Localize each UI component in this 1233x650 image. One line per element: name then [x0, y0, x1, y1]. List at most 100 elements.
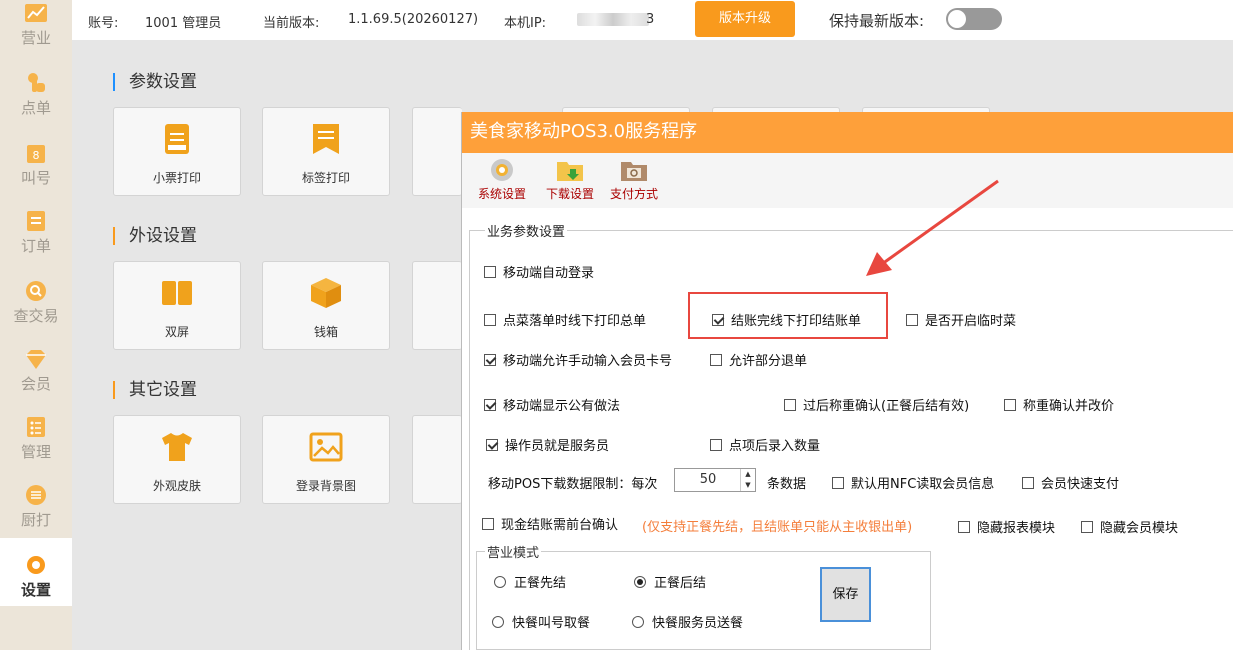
sidebar-item-label: 管理: [20, 443, 51, 461]
receipt-printer-icon: [165, 124, 189, 154]
tool-label: 系统设置: [478, 187, 527, 201]
checkbox[interactable]: [958, 521, 970, 533]
option-print-total[interactable]: 点菜落单时线下打印总单: [484, 310, 646, 329]
option-label: 会员快速支付: [1041, 477, 1120, 492]
tool-system-settings[interactable]: 系统设置: [478, 157, 526, 202]
card-label-print[interactable]: 标签打印: [262, 107, 390, 196]
option-label: 移动端显示公有做法: [503, 399, 621, 414]
search-circle-icon: [26, 281, 46, 301]
option-label: 隐藏报表模块: [977, 521, 1056, 536]
option-operator-waiter[interactable]: 操作员就是服务员: [486, 435, 609, 454]
card-receipt-print[interactable]: 小票打印: [113, 107, 241, 196]
radio-label: 正餐先结: [514, 576, 567, 591]
stepper-down-icon[interactable]: ▼: [741, 480, 755, 491]
option-hide-member[interactable]: 隐藏会员模块: [1081, 517, 1178, 536]
kitchen-print-icon: [26, 485, 46, 505]
tshirt-icon: [162, 433, 192, 461]
sidebar-item-business[interactable]: 营业: [0, 2, 72, 70]
account-value: 1001 管理员: [145, 16, 222, 31]
card-dual-screen[interactable]: 双屏: [113, 261, 241, 350]
system-settings-icon: [491, 159, 513, 181]
tool-download-settings[interactable]: 下载设置: [546, 157, 594, 202]
option-weigh-confirm[interactable]: 过后称重确认(正餐后结有效): [784, 395, 969, 414]
mode-option-fast-call[interactable]: 快餐叫号取餐: [492, 612, 590, 631]
checkbox[interactable]: [482, 518, 494, 530]
sidebar-item-member[interactable]: 会员: [0, 348, 72, 416]
checkbox[interactable]: [906, 314, 918, 326]
cash-confirm-note: (仅支持正餐先结，且结账单只能从主收银出单): [642, 520, 913, 535]
section-title-params: 参数设置: [113, 73, 197, 91]
option-partial-refund[interactable]: 允许部分退单: [710, 350, 807, 369]
checkbox[interactable]: [1081, 521, 1093, 533]
card-label: 双屏: [164, 325, 189, 339]
card-skin[interactable]: 外观皮肤: [113, 415, 241, 504]
checkbox[interactable]: [784, 399, 796, 411]
mode-option-prepay[interactable]: 正餐先结: [494, 572, 566, 591]
option-public-method[interactable]: 移动端显示公有做法: [484, 395, 620, 414]
tool-payment-methods[interactable]: 支付方式: [610, 157, 658, 202]
option-hide-report[interactable]: 隐藏报表模块: [958, 517, 1055, 536]
option-cash-confirm[interactable]: 现金结账需前台确认: [482, 514, 618, 533]
option-auto-login[interactable]: 移动端自动登录: [484, 262, 594, 281]
sidebar-item-settings[interactable]: 设置: [0, 538, 72, 606]
dialog-title: 美食家移动POS3.0服务程序: [462, 112, 1233, 153]
sidebar-item-orders[interactable]: 订单: [0, 210, 72, 278]
card-login-background[interactable]: 登录背景图: [262, 415, 390, 504]
download-limit-stepper[interactable]: 50 ▲ ▼: [674, 468, 756, 492]
checkbox-checked[interactable]: [484, 354, 496, 366]
card-cash-drawer[interactable]: 钱箱: [262, 261, 390, 350]
option-temp-dish[interactable]: 是否开启临时菜: [906, 310, 1016, 329]
hand-tap-icon: [28, 73, 45, 92]
radio[interactable]: [494, 576, 506, 588]
option-label: 现金结账需前台确认: [501, 518, 619, 533]
checkbox[interactable]: [484, 314, 496, 326]
stepper-up-icon[interactable]: ▲: [741, 469, 755, 480]
number-call-icon: 8: [27, 145, 45, 163]
mode-option-postpay[interactable]: 正餐后结: [634, 572, 706, 591]
stepper-arrows[interactable]: ▲ ▼: [740, 469, 755, 491]
checkbox[interactable]: [484, 266, 496, 278]
radio-label: 快餐叫号取餐: [512, 616, 591, 631]
keep-latest-toggle[interactable]: [946, 8, 1002, 30]
option-label: 允许部分退单: [729, 354, 808, 369]
card-partial[interactable]: [412, 107, 462, 196]
radio-checked[interactable]: [634, 576, 646, 588]
checkbox[interactable]: [832, 477, 844, 489]
card-label: 标签打印: [301, 171, 350, 185]
save-button[interactable]: 保存: [820, 567, 871, 622]
checkbox-checked[interactable]: [484, 399, 496, 411]
radio[interactable]: [492, 616, 504, 628]
sidebar-item-order[interactable]: 点单: [0, 72, 72, 140]
checkbox-checked[interactable]: [486, 439, 498, 451]
ip-value-blurred: [577, 13, 649, 26]
option-member-quick-pay[interactable]: 会员快速支付: [1022, 473, 1119, 492]
option-nfc-member[interactable]: 默认用NFC读取会员信息: [832, 473, 994, 492]
svg-text:8: 8: [33, 149, 40, 162]
upgrade-button[interactable]: 版本升级: [695, 1, 795, 37]
card-partial[interactable]: [412, 261, 462, 350]
tool-label: 支付方式: [610, 187, 659, 201]
option-manual-member[interactable]: 移动端允许手动输入会员卡号: [484, 350, 672, 369]
mode-option-fast-waiter[interactable]: 快餐服务员送餐: [632, 612, 743, 631]
sidebar-item-transactions[interactable]: 查交易: [0, 280, 72, 348]
sidebar-item-label: 营业: [20, 29, 51, 47]
download-limit-suffix: 条数据: [767, 477, 807, 492]
option-label: 点菜落单时线下打印总单: [503, 314, 647, 329]
sidebar-item-call-number[interactable]: 8 叫号: [0, 142, 72, 210]
option-qty-after-click[interactable]: 点项后录入数量: [710, 435, 820, 454]
checkbox[interactable]: [710, 439, 722, 451]
checkbox[interactable]: [1004, 399, 1016, 411]
version-label: 当前版本:: [263, 16, 320, 31]
dual-screen-icon: [162, 281, 192, 305]
checkbox[interactable]: [1022, 477, 1034, 489]
sidebar-item-manage[interactable]: 管理: [0, 416, 72, 484]
download-limit-value[interactable]: 50: [675, 472, 741, 487]
card-partial[interactable]: [412, 415, 462, 504]
option-weigh-price[interactable]: 称重确认并改价: [1004, 395, 1114, 414]
ip-label: 本机IP:: [504, 16, 547, 31]
radio[interactable]: [632, 616, 644, 628]
card-label: 外观皮肤: [152, 479, 201, 493]
tool-label: 下载设置: [546, 187, 595, 201]
checkbox[interactable]: [710, 354, 722, 366]
sidebar-item-label: 查交易: [13, 307, 59, 325]
